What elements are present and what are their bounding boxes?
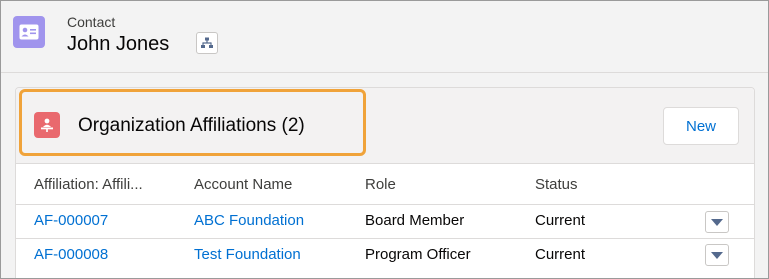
role-cell: Board Member [365,212,465,229]
column-header-affiliation[interactable]: Affiliation: Affili... [34,176,143,193]
new-button[interactable]: New [663,107,739,145]
account-name-link[interactable]: ABC Foundation [194,212,304,229]
record-page: Contact John Jones Organization Affiliat… [0,0,769,279]
row-actions-button[interactable] [705,244,729,266]
account-name-link[interactable]: Test Foundation [194,246,301,263]
chevron-down-icon [711,218,723,226]
hierarchy-button[interactable] [196,32,218,54]
affiliations-related-list: Organization Affiliations (2) New Affili… [15,87,755,278]
highlight-outline [19,89,366,156]
role-cell: Program Officer [365,246,471,263]
column-header-role[interactable]: Role [365,176,396,193]
affiliation-link[interactable]: AF-000007 [34,212,108,229]
hierarchy-icon [201,37,213,48]
row-divider [16,238,754,239]
status-cell: Current [535,246,586,263]
column-header-account-name[interactable]: Account Name [194,176,292,193]
chevron-down-icon [711,251,723,259]
record-title: John Jones [67,33,170,55]
status-cell: Current [535,212,586,229]
row-actions-button[interactable] [705,211,729,233]
related-list-header: Organization Affiliations (2) New [16,88,754,164]
column-header-status[interactable]: Status [535,176,578,193]
object-type-label: Contact [67,14,116,30]
affiliation-link[interactable]: AF-000008 [34,246,108,263]
record-header: Contact John Jones [1,1,768,73]
contact-card-icon [13,16,45,48]
header-divider [16,204,754,205]
